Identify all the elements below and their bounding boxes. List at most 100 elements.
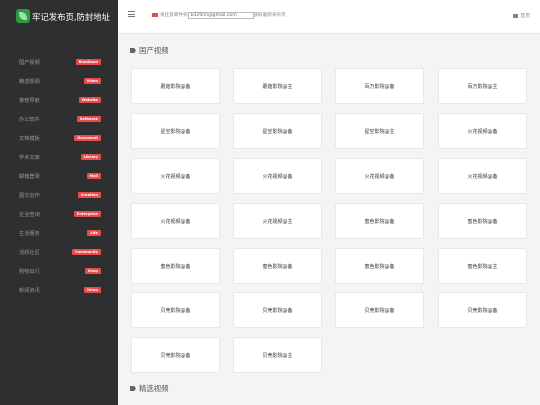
site-card[interactable]: 蜜色影院@备 [335, 203, 424, 239]
mail-prefix: 发任意邮件到 [160, 13, 188, 18]
tag-icon [130, 386, 136, 391]
hamburger-menu-icon[interactable] [128, 11, 135, 17]
site-card[interactable]: 蘑菇影院@主 [233, 68, 322, 104]
site-card[interactable]: 火花视频@备 [131, 203, 220, 239]
site-card[interactable]: 火花视频@备 [438, 158, 527, 194]
site-card[interactable]: 蜜色影院@备 [233, 248, 322, 284]
mail-suffix: 获取最新发布页 [253, 13, 286, 18]
sidebar-item-badge: News [84, 287, 101, 293]
site-card-label: 蜜色影院@备 [364, 264, 395, 270]
sidebar-item[interactable]: 办公软件 Software [0, 113, 118, 132]
site-card-label: 星空影院@主 [364, 129, 395, 135]
site-card-label: 百万影院@主 [467, 84, 498, 90]
site-card[interactable]: 蜜色影院@备 [131, 248, 220, 284]
site-card-label: 蘑菇影院@备 [160, 84, 191, 90]
sidebar-item-label: 生活服务 [19, 231, 40, 237]
sidebar-item[interactable]: 活跃社区 Community [0, 246, 118, 265]
site-card[interactable]: 贝壳影院@备 [131, 292, 220, 328]
site-card-label: 火花视频@备 [364, 174, 395, 180]
sidebar-item-badge: Community [71, 249, 101, 255]
tag-icon [130, 48, 136, 53]
site-card[interactable]: 蜜色影院@备 [335, 248, 424, 284]
site-card[interactable]: 蜜色影院@主 [438, 248, 527, 284]
sidebar: 牢记发布页,防封地址 国产视频 BlueDaon 精选视频 Video 推荐导航 We… [0, 0, 118, 405]
envelope-icon [152, 13, 158, 17]
sidebar-item-badge: Shop [84, 268, 101, 274]
site-card-label: 贝壳影院@主 [262, 353, 293, 359]
site-card[interactable]: 星空影院@主 [335, 113, 424, 149]
site-card-label: 火花视频@备 [160, 219, 191, 225]
section-title: 精选视频 [130, 383, 169, 394]
site-card[interactable]: 火花视频@备 [233, 158, 322, 194]
sidebar-item[interactable]: 企业查询 Enterprise [0, 208, 118, 227]
sidebar-item-label: 购物出行 [19, 269, 40, 275]
site-card-label: 蜜色影院@备 [364, 219, 395, 225]
home-link[interactable]: 首页 [513, 12, 530, 19]
sidebar-item-badge: Library [80, 154, 101, 160]
sidebar-item-badge: Life [87, 230, 101, 236]
site-card-label: 星空影院@备 [262, 129, 293, 135]
sidebar-item[interactable]: 文档模板 Document [0, 132, 118, 151]
sidebar-item-label: 新闻资讯 [19, 288, 40, 294]
sidebar-item-label: 国产视频 [19, 60, 40, 66]
site-card-label: 火花视频@备 [467, 129, 498, 135]
site-card[interactable]: 百万影院@备 [335, 68, 424, 104]
site-card-label: 蘑菇影院@主 [262, 84, 293, 90]
site-card[interactable]: 星空影院@备 [233, 113, 322, 149]
site-card[interactable]: 贝壳影院@备 [438, 292, 527, 328]
site-card[interactable]: 火花视频@主 [233, 203, 322, 239]
site-card[interactable]: 贝壳影院@备 [335, 292, 424, 328]
sidebar-item-badge: Creation [77, 192, 101, 198]
sidebar-item-label: 活跃社区 [19, 250, 40, 256]
sidebar-item[interactable]: 学术文库 Library [0, 151, 118, 170]
sidebar-item-badge: Video [83, 78, 101, 84]
site-card[interactable]: 蜜色影院@备 [438, 203, 527, 239]
site-card-label: 贝壳影院@备 [364, 308, 395, 314]
site-card[interactable]: 贝壳影院@主 [233, 337, 322, 373]
sidebar-item[interactable]: 推荐导航 Website [0, 94, 118, 113]
site-card-label: 贝壳影院@备 [160, 308, 191, 314]
sidebar-item-label: 学术文库 [19, 155, 40, 161]
sidebar-item-badge: Document [74, 135, 101, 141]
top-bar: 发任意邮件到 b320nn@gmail.com 获取最新发布页 首页 [118, 0, 540, 34]
site-card[interactable]: 百万影院@主 [438, 68, 527, 104]
site-card-label: 星空影院@备 [160, 129, 191, 135]
site-card-label: 蜜色影院@主 [467, 264, 498, 270]
sidebar-item[interactable]: 新闻资讯 News [0, 284, 118, 303]
site-card-label: 蜜色影院@备 [262, 264, 293, 270]
sidebar-item[interactable]: 图文创作 Creation [0, 189, 118, 208]
sidebar-item-badge: BlueDaon [75, 59, 101, 65]
sidebar-item[interactable]: 邮箱登录 Mail [0, 170, 118, 189]
brand-title: 牢记发布页,防封地址 [32, 12, 111, 22]
sidebar-item-badge: Mail [86, 173, 101, 179]
section-title: 国产视频 [130, 45, 169, 56]
sidebar-item[interactable]: 精选视频 Video [0, 75, 118, 94]
sidebar-item-label: 推荐导航 [19, 98, 40, 104]
site-card[interactable]: 贝壳影院@备 [131, 337, 220, 373]
site-card[interactable]: 火花视频@备 [335, 158, 424, 194]
sidebar-item[interactable]: 购物出行 Shop [0, 265, 118, 284]
sidebar-item[interactable]: 生活服务 Life [0, 227, 118, 246]
sidebar-item-label: 精选视频 [19, 79, 40, 85]
sidebar-item-badge: Software [76, 116, 101, 122]
site-card[interactable]: 星空影院@备 [131, 113, 220, 149]
brand[interactable]: 牢记发布页,防封地址 [16, 9, 112, 24]
site-card-label: 贝壳影院@备 [467, 308, 498, 314]
site-card-label: 火花视频@备 [160, 174, 191, 180]
site-card[interactable]: 贝壳影院@备 [233, 292, 322, 328]
sidebar-item[interactable]: 国产视频 BlueDaon [0, 56, 118, 75]
mail-address-field[interactable]: b320nn@gmail.com [187, 12, 254, 19]
site-card[interactable]: 火花视频@备 [131, 158, 220, 194]
section-title-text: 精选视频 [139, 384, 169, 393]
sidebar-item-label: 图文创作 [19, 193, 40, 199]
sidebar-item-label: 企业查询 [19, 212, 40, 218]
site-card-label: 蜜色影院@备 [467, 219, 498, 225]
site-card-label: 百万影院@备 [364, 84, 395, 90]
site-card[interactable]: 蘑菇影院@备 [131, 68, 220, 104]
sidebar-item-badge: Enterprise [73, 211, 101, 217]
site-card-label: 贝壳影院@备 [262, 308, 293, 314]
site-card[interactable]: 火花视频@备 [438, 113, 527, 149]
sidebar-item-badge: Website [78, 97, 101, 103]
site-card-label: 蜜色影院@备 [160, 264, 191, 270]
home-label: 首页 [520, 14, 530, 19]
